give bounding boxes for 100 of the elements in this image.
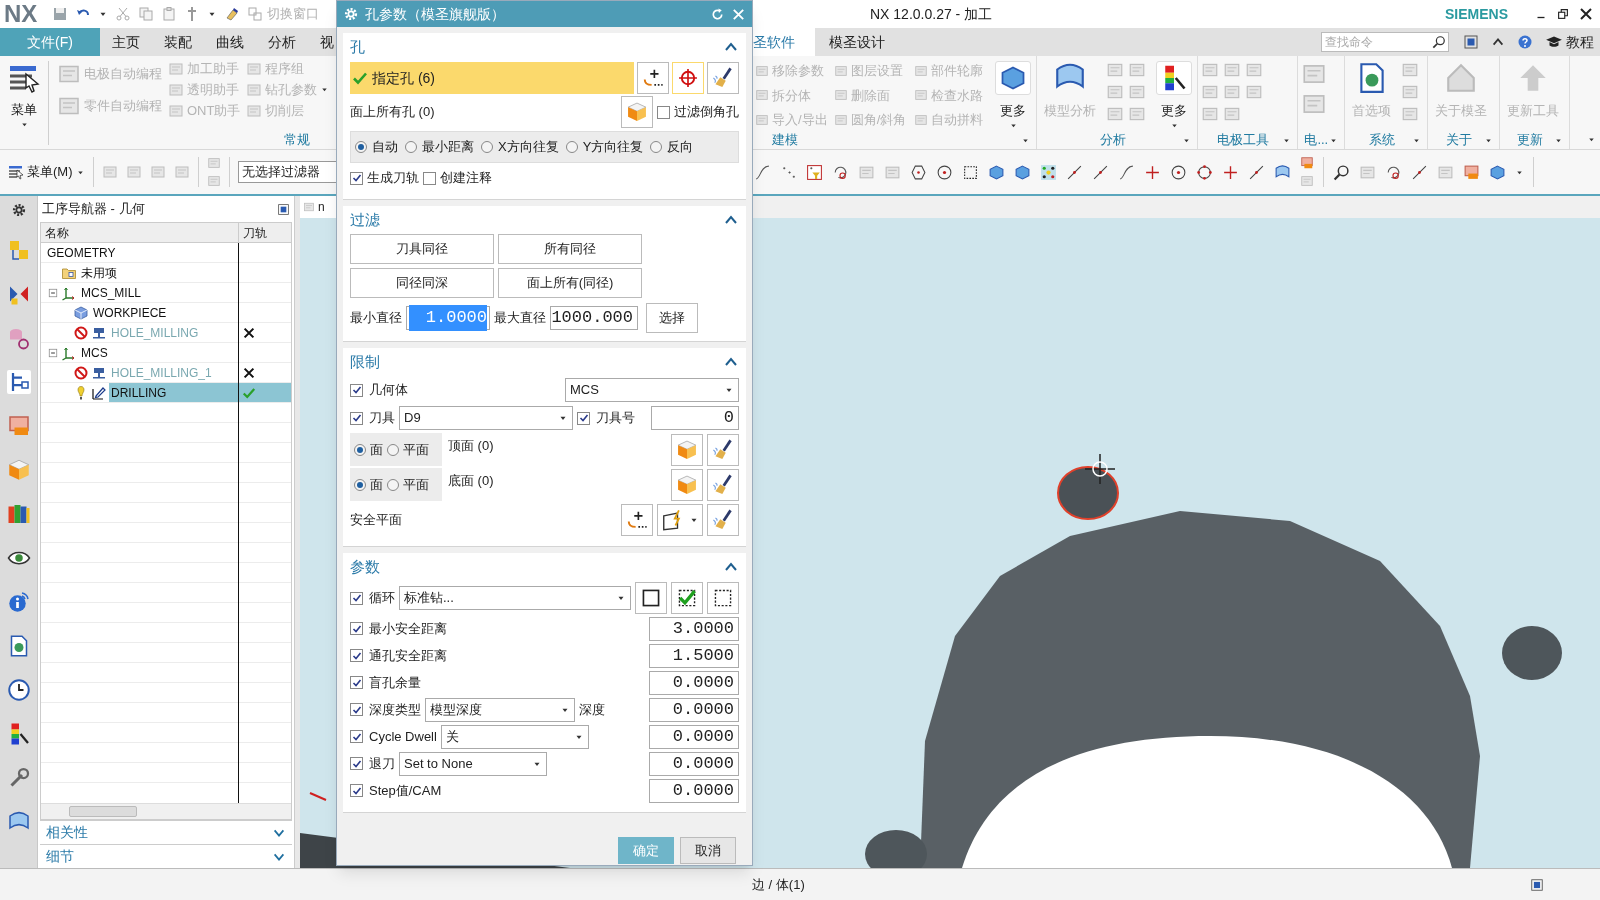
column-header[interactable]: 刀轨 [239,223,291,242]
number-field[interactable]: 0.0000 [649,697,739,722]
curve-icon[interactable] [1118,163,1135,181]
tree-item[interactable]: GEOMETRY [45,243,238,262]
dropdown[interactable]: 关 [440,724,589,749]
column-header[interactable]: 名称 [41,223,239,242]
clipboard-icon[interactable] [161,6,178,22]
checkbox[interactable] [423,171,436,185]
radio-button[interactable] [565,141,578,153]
zoom-icon[interactable] [1333,163,1350,181]
line-icon[interactable] [1066,163,1083,181]
settings-icon[interactable] [10,202,27,218]
eraser-icon[interactable] [224,6,241,22]
more-button[interactable]: 更多 [995,61,1031,130]
hexagon-icon[interactable] [910,163,927,181]
tutorial-button[interactable]: 教程 [1545,31,1594,53]
radio-button[interactable] [355,141,367,153]
clock-icon[interactable] [6,678,31,702]
checkbox[interactable] [350,703,363,716]
plus-icon[interactable] [1144,163,1161,181]
select-button[interactable]: 选择 [646,303,698,333]
number-field[interactable]: 3.0000 [649,616,739,641]
tree-item[interactable]: 未用项 [79,263,238,282]
brush-button[interactable] [707,62,739,94]
crosshair-button[interactable] [672,62,704,94]
checkbox[interactable] [350,730,363,743]
number-field[interactable]: 0.0000 [649,670,739,695]
close-icon[interactable] [1578,6,1594,22]
ribbon-tab[interactable]: 视 [308,28,336,56]
checkbox[interactable] [350,649,363,662]
ring-icon[interactable] [1196,163,1213,181]
radio-button[interactable] [354,478,366,491]
dashed-square-icon[interactable] [962,163,979,181]
number-field[interactable]: 0.0000 [649,778,739,803]
line-icon[interactable] [1248,163,1265,181]
number-field[interactable]: 1000.000 [550,306,638,330]
radio-button[interactable] [354,443,366,456]
checkbox[interactable] [350,411,363,425]
curve-icon[interactable] [754,163,771,181]
plane-dropdown-button[interactable] [657,504,703,536]
checkbox[interactable] [657,105,670,119]
ribbon-tab[interactable]: 分析 [256,28,308,56]
ribbon-tab[interactable]: 圣软件 [752,28,815,56]
filter-button[interactable]: 刀具同径 [350,234,494,264]
square-button[interactable] [635,582,667,614]
radio-button[interactable] [481,141,493,153]
checkbox[interactable] [350,676,363,689]
hierarchy-icon[interactable] [6,370,31,394]
search-field[interactable]: 查找命令 [1321,32,1449,52]
selection-row[interactable]: 指定孔 (6) [350,62,634,94]
help-icon[interactable] [1517,34,1533,50]
check-button[interactable] [671,582,703,614]
checkbox[interactable] [577,411,590,425]
restore-icon[interactable] [1556,7,1570,21]
more-button[interactable]: 更多 [1156,61,1192,130]
cube-icon[interactable] [1489,163,1506,181]
menu-button[interactable]: 菜单(M) [8,162,85,182]
dropdown[interactable]: 标准钻... [399,586,631,610]
brush-button[interactable] [707,468,739,501]
ribbon-tab[interactable]: 曲线 [204,28,256,56]
filter-button[interactable]: 所有同径 [498,234,642,264]
radio-button[interactable] [405,141,417,153]
books-icon[interactable] [6,502,31,526]
radio-button[interactable] [387,443,399,456]
cube-icon[interactable] [1014,163,1031,181]
radio-button[interactable] [650,141,663,153]
circle-icon[interactable] [1170,163,1187,181]
tree-item[interactable]: MCS [79,343,238,362]
scrollbar-thumb[interactable] [69,806,137,817]
tree-item[interactable]: MCS_MILL [79,283,238,302]
checkbox[interactable] [350,591,363,605]
brush-button[interactable] [707,504,739,536]
maximize-icon[interactable] [277,202,290,216]
dashed-button[interactable] [707,582,739,614]
dropdown[interactable]: MCS [565,378,739,402]
cube-icon[interactable] [988,163,1005,181]
tree-item[interactable]: DRILLING [109,383,238,402]
circle-icon[interactable] [936,163,953,181]
line-icon[interactable] [1411,163,1428,181]
dropdown[interactable]: D9 [399,406,573,430]
number-field[interactable]: 1.5000 [649,643,739,668]
point-button[interactable] [637,62,669,94]
checkbox[interactable] [350,784,363,797]
file-tab[interactable]: n [300,196,336,218]
dropdown[interactable]: Set to None [399,751,547,776]
ribbon-tab[interactable]: 主页 [100,28,152,56]
reset-icon[interactable] [710,6,725,22]
brush-button[interactable] [707,433,739,466]
checkbox[interactable] [350,622,363,635]
cancel-button[interactable]: 取消 [680,837,736,864]
radio-button[interactable] [387,478,399,491]
panel-section-header[interactable]: 相关性 [40,820,292,844]
number-field[interactable]: 0.0000 [649,751,739,776]
checkbox[interactable] [350,757,363,770]
checkbox[interactable] [350,383,363,397]
plus-icon[interactable] [1222,163,1239,181]
collapse-icon[interactable] [47,346,59,359]
menu-button[interactable]: 菜单 [0,56,48,149]
filter-dropdown[interactable]: 无选择过滤器 [237,161,336,183]
ribbon-tab[interactable]: 装配 [152,28,204,56]
